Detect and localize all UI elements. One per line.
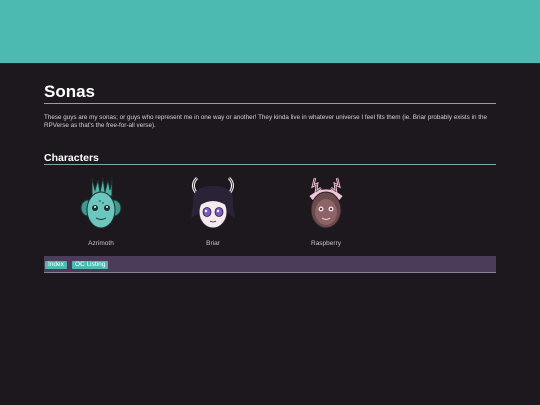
- page-title: Sonas: [44, 82, 96, 101]
- footer-divider: [44, 272, 496, 273]
- character-card-raspberry[interactable]: Raspberry: [286, 174, 366, 247]
- main-content: Sonas These guys are my sonas; or guys w…: [44, 82, 496, 273]
- nav-link-oc-listing[interactable]: OC Listing: [72, 261, 109, 269]
- header-banner: [0, 0, 540, 63]
- footer-nav: Index OC Listing: [44, 256, 496, 272]
- character-card-briar[interactable]: Briar: [173, 174, 253, 247]
- character-name[interactable]: Azrimoth: [61, 240, 141, 247]
- character-card-azrimoth[interactable]: Azrimoth: [61, 174, 141, 247]
- intro-text: These guys are my sonas; or guys who rep…: [44, 114, 487, 129]
- header-divider: [0, 63, 540, 64]
- character-name[interactable]: Briar: [173, 240, 253, 247]
- title-divider: [44, 103, 496, 104]
- nav-link-index[interactable]: Index: [45, 261, 67, 269]
- character-name[interactable]: Raspberry: [286, 240, 366, 247]
- section-title: Characters: [44, 152, 99, 164]
- azrimoth-avatar[interactable]: [76, 174, 126, 234]
- raspberry-avatar[interactable]: [301, 174, 351, 234]
- briar-avatar[interactable]: [185, 174, 241, 234]
- section-divider: [44, 164, 496, 165]
